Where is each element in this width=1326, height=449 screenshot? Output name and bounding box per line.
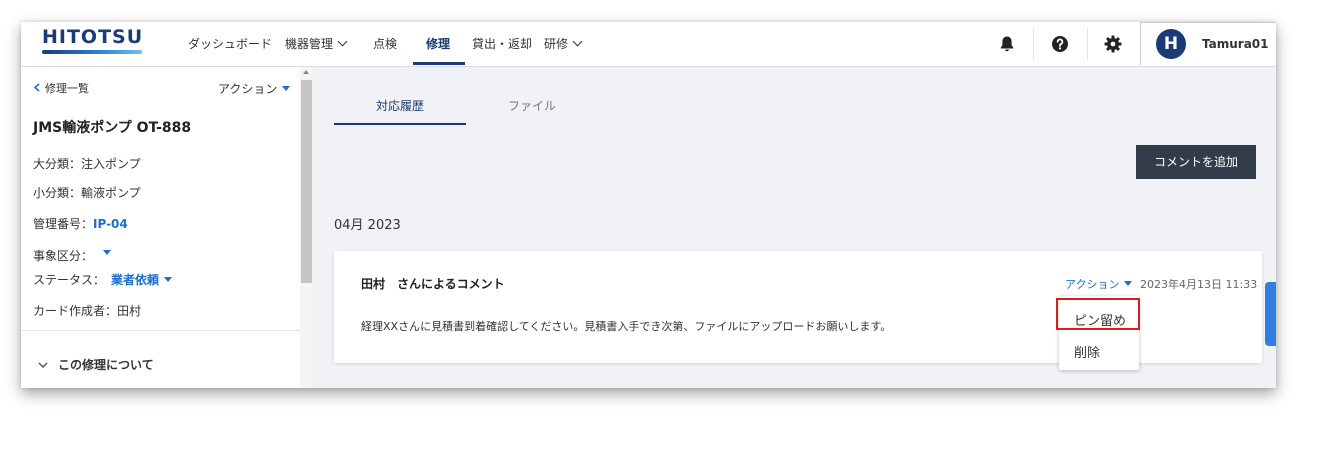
status: ステータス： 業者依頼 — [33, 271, 173, 288]
comment-date: 2023年4月13日 11:33 — [1140, 278, 1258, 291]
status-value: 業者依頼 — [111, 273, 160, 287]
side-feedback-tab[interactable] — [1265, 282, 1276, 346]
tab-history[interactable]: 対応履歴 — [334, 97, 466, 114]
user-menu[interactable]: H Tamura01 — [1140, 22, 1276, 65]
status-label: ステータス： — [33, 273, 106, 287]
comment-action-label: アクション — [1065, 278, 1120, 291]
equipment-title: JMS輸液ポンプ OT-888 — [33, 120, 192, 136]
month-heading: 04月 2023 — [334, 218, 401, 233]
tab-files[interactable]: ファイル — [466, 97, 598, 114]
nav-equipment-management[interactable]: 機器管理 — [285, 35, 348, 52]
nav-repair[interactable]: 修理 — [426, 35, 450, 52]
nav-lending-return[interactable]: 貸出・返却 — [472, 35, 532, 52]
about-repair-label: この修理について — [58, 358, 154, 372]
nav-dashboard[interactable]: ダッシュボード — [188, 35, 272, 52]
comment-body: 経理XXさんに見積書到着確認してください。見積書入手でき次第、ファイルにアップロ… — [361, 320, 892, 333]
major-category: 大分類：注入ポンプ — [33, 157, 141, 171]
management-number-value[interactable]: IP-04 — [93, 217, 128, 231]
card-creator: カード作成者：田村 — [33, 304, 142, 318]
nav-training-label: 研修 — [544, 37, 569, 51]
caret-down-icon — [1124, 281, 1133, 286]
chevron-down-icon — [38, 362, 48, 369]
back-to-repair-list-link[interactable]: 修理一覧 — [33, 80, 89, 96]
bell-icon[interactable] — [997, 34, 1017, 54]
help-icon[interactable] — [1050, 34, 1070, 54]
minor-category: 小分類：輸液ポンプ — [33, 186, 141, 200]
top-navigation-bar: HITOTSU ダッシュボード 機器管理 点検 修理 貸出・返却 研修 H Ta… — [21, 22, 1276, 67]
chevron-down-icon — [572, 36, 583, 47]
logo-underline — [42, 50, 142, 54]
nav-inspection[interactable]: 点検 — [373, 35, 397, 52]
nav-training[interactable]: 研修 — [544, 35, 583, 52]
comment-author: 田村 さんによるコメント — [361, 277, 505, 291]
app-window: HITOTSU ダッシュボード 機器管理 点検 修理 貸出・返却 研修 H Ta… — [21, 22, 1276, 388]
sidebar-scrollbar-thumb[interactable] — [301, 80, 312, 283]
active-tab-indicator — [334, 123, 466, 125]
chevron-down-icon — [337, 36, 348, 47]
comment-action-dropdown[interactable]: アクション — [1065, 276, 1133, 292]
about-repair-section-toggle[interactable]: この修理について — [38, 356, 154, 373]
avatar: H — [1156, 29, 1186, 59]
menu-item-delete[interactable]: 削除 — [1074, 342, 1100, 361]
divider — [21, 330, 300, 331]
incident-type-label: 事象区分： — [33, 249, 94, 263]
repair-detail-sidebar: 修理一覧 アクション JMS輸液ポンプ OT-888 大分類：注入ポンプ 小分類… — [21, 67, 300, 388]
caret-down-icon — [282, 86, 291, 91]
username: Tamura01 — [1202, 37, 1269, 51]
sidebar-action-label: アクション — [218, 82, 278, 96]
chevron-left-icon — [33, 83, 40, 92]
incident-type: 事象区分： — [33, 247, 112, 264]
hitotsu-logo[interactable]: HITOTSU — [42, 26, 143, 48]
status-dropdown[interactable]: 業者依頼 — [111, 273, 173, 287]
management-number: 管理番号：IP-04 — [33, 215, 128, 232]
gear-icon[interactable] — [1103, 34, 1123, 54]
header-divider — [1033, 28, 1034, 60]
add-comment-button[interactable]: コメントを追加 — [1136, 145, 1256, 179]
sidebar-action-dropdown[interactable]: アクション — [218, 80, 291, 97]
management-number-label: 管理番号： — [33, 217, 94, 231]
pin-highlight-box — [1056, 298, 1140, 330]
incident-type-dropdown-caret-icon[interactable] — [103, 250, 112, 255]
nav-active-indicator — [413, 62, 465, 65]
back-link-label: 修理一覧 — [45, 82, 89, 95]
header-divider — [1087, 28, 1088, 60]
scroll-up-arrow-icon[interactable] — [303, 70, 309, 74]
nav-equipment-management-label: 機器管理 — [285, 37, 334, 51]
caret-down-icon — [164, 277, 173, 282]
